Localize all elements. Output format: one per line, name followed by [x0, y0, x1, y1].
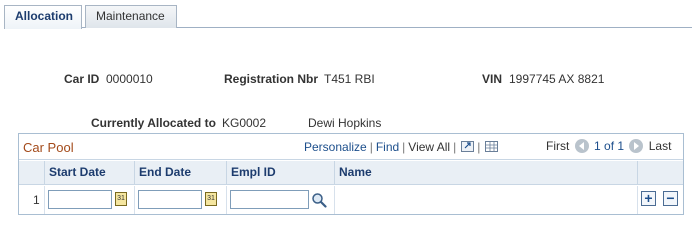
find-link[interactable]: Find [376, 140, 399, 154]
column-divider [134, 186, 135, 214]
registration-label: Registration Nbr [224, 72, 319, 86]
calendar-icon[interactable]: 31 [205, 192, 217, 206]
vin-value: 1997745 AX 8821 [509, 72, 605, 86]
column-header-end-date[interactable]: End Date [134, 161, 226, 185]
spreadsheet-icon[interactable] [485, 141, 499, 152]
page-info: 1 of 1 [594, 139, 625, 153]
tab-allocation[interactable]: Allocation [4, 5, 82, 29]
personalize-link[interactable]: Personalize [304, 140, 367, 154]
grid-toolbar: Personalize | Find | View All | | [304, 140, 499, 154]
allocated-id-value: KG0002 [222, 116, 267, 130]
delete-row-button[interactable]: − [663, 191, 678, 206]
column-header-actions [637, 161, 683, 185]
view-all-link[interactable]: View All [408, 140, 450, 154]
toolbar-separator: | [369, 140, 373, 154]
column-divider [226, 186, 227, 214]
new-window-icon[interactable] [461, 141, 475, 152]
first-label[interactable]: First [546, 139, 569, 153]
column-header-row: Start Date End Date Empl ID Name [19, 161, 683, 185]
next-arrow-icon[interactable] [629, 139, 644, 153]
column-divider [44, 186, 45, 214]
previous-arrow-icon[interactable] [574, 139, 589, 153]
calendar-icon[interactable]: 31 [115, 192, 127, 206]
toolbar-separator: | [453, 140, 457, 154]
allocated-name-value: Dewi Hopkins [308, 116, 382, 130]
column-divider [334, 186, 335, 214]
grid-header-bar: Car Pool Personalize | Find | View All | | Fir… [19, 134, 683, 160]
car-pool-grid: Car Pool Personalize | Find | View All | | Fir… [18, 133, 684, 215]
row-number: 1 [33, 193, 40, 207]
registration-value: T451 RBI [324, 72, 375, 86]
allocated-label: Currently Allocated to [91, 116, 216, 130]
tab-bar: Allocation Maintenance [0, 0, 692, 29]
grid-pager: First 1 of 1 Last [546, 139, 671, 153]
toolbar-separator: | [402, 140, 406, 154]
table-row: 1 31 31 + − [19, 186, 683, 214]
grid-title: Car Pool [23, 140, 74, 155]
tab-maintenance[interactable]: Maintenance [85, 5, 177, 28]
start-date-input[interactable] [48, 190, 112, 209]
empl-id-input[interactable] [230, 190, 309, 209]
column-divider [637, 186, 638, 214]
column-header-start-date[interactable]: Start Date [44, 161, 134, 185]
column-header-name[interactable]: Name [334, 161, 637, 185]
car-id-value: 0000010 [106, 72, 153, 86]
toolbar-separator: | [477, 140, 481, 154]
column-header-empl-id[interactable]: Empl ID [226, 161, 334, 185]
magnifier-icon[interactable] [311, 192, 327, 208]
add-row-button[interactable]: + [641, 191, 656, 206]
car-id-label: Car ID [64, 72, 100, 86]
last-label[interactable]: Last [649, 139, 672, 153]
end-date-input[interactable] [138, 190, 202, 209]
vin-label: VIN [482, 72, 503, 86]
